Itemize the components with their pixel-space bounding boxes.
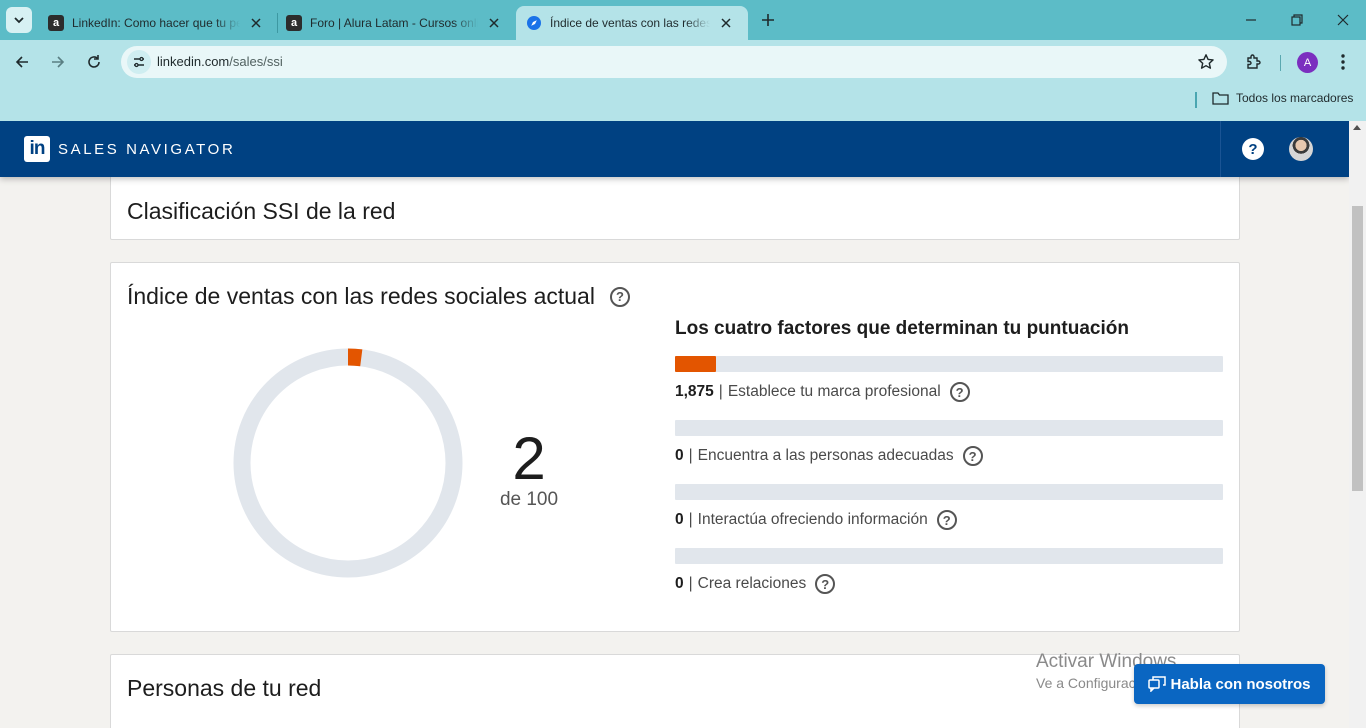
help-icon[interactable]: ? [936, 510, 957, 530]
ssi-score-donut-chart [233, 348, 463, 578]
close-icon [1337, 14, 1349, 26]
reload-icon [88, 55, 100, 68]
bookmarks-separator [1195, 92, 1197, 108]
toolbar-separator [1280, 55, 1281, 71]
folder-icon [1212, 92, 1229, 105]
url-text[interactable]: linkedin.com/sales/ssi [157, 54, 283, 69]
donut-score-arc [347, 348, 363, 367]
factor-label: Establece tu marca profesional [727, 383, 941, 400]
puzzle-icon [1247, 54, 1261, 69]
browser-tab-2[interactable]: a Foro | Alura Latam - Cursos online [276, 6, 514, 40]
bookmarks-bar: Todos los marcadores [0, 84, 1366, 121]
ssi-score-title-row: Índice de ventas con las redes sociales … [127, 283, 630, 310]
page-scrollbar[interactable] [1349, 121, 1366, 728]
minimize-button[interactable] [1228, 0, 1274, 40]
sales-navigator-header: in SALES NAVIGATOR ? [0, 121, 1349, 177]
forward-button[interactable] [45, 49, 71, 75]
address-bar[interactable]: linkedin.com/sales/ssi [121, 46, 1227, 78]
chevron-down-icon [14, 17, 24, 24]
ssi-score-value: 2 [512, 425, 546, 492]
back-button[interactable] [9, 49, 35, 75]
browser-menu-button[interactable] [1332, 51, 1354, 73]
close-tab-icon[interactable] [486, 15, 502, 31]
compass-icon [526, 15, 542, 31]
factor-progress-bar [675, 484, 1223, 500]
chat-with-us-button[interactable]: Habla con nosotros [1134, 664, 1325, 704]
network-people-title: Personas de tu red [127, 675, 322, 701]
factor-progress-bar [675, 548, 1223, 564]
page-viewport: in SALES NAVIGATOR ? Clasificación SSI d… [0, 121, 1349, 728]
factor-value: 0 [675, 447, 684, 464]
donut-track [233, 348, 463, 578]
help-icon[interactable]: ? [949, 382, 970, 402]
profile-avatar[interactable]: A [1297, 52, 1318, 73]
factor-label: Crea relaciones [697, 575, 807, 592]
help-icon[interactable]: ? [609, 286, 630, 307]
minimize-icon [1246, 19, 1256, 21]
factor-label: Interactúa ofreciendo información [697, 511, 928, 528]
restore-button[interactable] [1274, 0, 1320, 40]
help-button[interactable]: ? [1242, 138, 1264, 160]
browser-tab-1[interactable]: a LinkedIn: Como hacer que tu perfil [38, 6, 276, 40]
browser-tab-strip: a LinkedIn: Como hacer que tu perfil a F… [0, 0, 1366, 40]
star-icon [1198, 54, 1214, 69]
restore-icon [1291, 14, 1303, 26]
chat-icon [1148, 676, 1167, 692]
factor-progress-bar [675, 356, 1223, 372]
close-tab-icon[interactable] [718, 15, 734, 31]
help-icon[interactable]: ? [962, 446, 983, 466]
factor-value: 0 [675, 511, 684, 528]
close-tab-icon[interactable] [248, 15, 264, 31]
tab-title: Foro | Alura Latam - Cursos online [310, 16, 478, 30]
extensions-button[interactable] [1243, 51, 1265, 73]
factors-title: Los cuatro factores que determinan tu pu… [675, 318, 1129, 339]
scroll-up-arrow-icon[interactable] [1353, 125, 1361, 130]
more-vert-icon [1341, 54, 1345, 70]
chat-label: Habla con nosotros [1170, 675, 1311, 693]
tab-title: Índice de ventas con las redes sociales [550, 16, 710, 30]
all-bookmarks-button[interactable]: Todos los marcadores [1212, 91, 1353, 105]
scroll-thumb[interactable] [1352, 206, 1363, 491]
tab-search-button[interactable] [6, 7, 32, 33]
ssi-score-card: Índice de ventas con las redes sociales … [110, 262, 1240, 632]
browser-tab-3-active[interactable]: Índice de ventas con las redes sociales [516, 6, 748, 40]
factor-label: Encuentra a las personas adecuadas [697, 447, 954, 464]
factor-text: 1,875 | Establece tu marca profesional? [675, 382, 970, 402]
help-icon[interactable]: ? [815, 574, 836, 594]
ssi-ranking-title: Clasificación SSI de la red [127, 198, 396, 224]
factor-progress-fill [675, 356, 717, 372]
amazon-favicon-icon: a [48, 15, 64, 31]
bookmark-star-button[interactable] [1197, 53, 1215, 76]
url-path: /sales/ssi [229, 54, 283, 69]
factor-text: 0 | Interactúa ofreciendo información? [675, 510, 957, 530]
ssi-score-max: de 100 [499, 489, 559, 510]
factor-text: 0 | Encuentra a las personas adecuadas? [675, 446, 983, 466]
ssi-score-title: Índice de ventas con las redes sociales … [127, 283, 595, 309]
header-divider [1220, 121, 1221, 177]
new-tab-button[interactable] [757, 9, 779, 31]
arrow-right-icon [52, 56, 65, 68]
reload-button[interactable] [81, 49, 107, 75]
amazon-favicon-icon: a [286, 15, 302, 31]
factor-progress-bar [675, 420, 1223, 436]
brand-name[interactable]: SALES NAVIGATOR [58, 141, 235, 158]
user-avatar[interactable] [1289, 137, 1313, 161]
plus-icon [762, 14, 774, 26]
close-window-button[interactable] [1320, 0, 1366, 40]
tab-title: LinkedIn: Como hacer que tu perfil [72, 16, 240, 30]
factor-text: 0 | Crea relaciones? [675, 574, 836, 594]
factor-value: 0 [675, 575, 684, 592]
factor-value: 1,875 [675, 383, 714, 400]
linkedin-logo[interactable]: in [24, 136, 50, 162]
all-bookmarks-label: Todos los marcadores [1236, 91, 1354, 105]
site-info-button[interactable] [127, 50, 151, 74]
tune-icon [134, 56, 144, 68]
url-host: linkedin.com [157, 54, 230, 69]
arrow-left-icon [15, 56, 28, 68]
browser-toolbar: linkedin.com/sales/ssi A [0, 40, 1366, 84]
